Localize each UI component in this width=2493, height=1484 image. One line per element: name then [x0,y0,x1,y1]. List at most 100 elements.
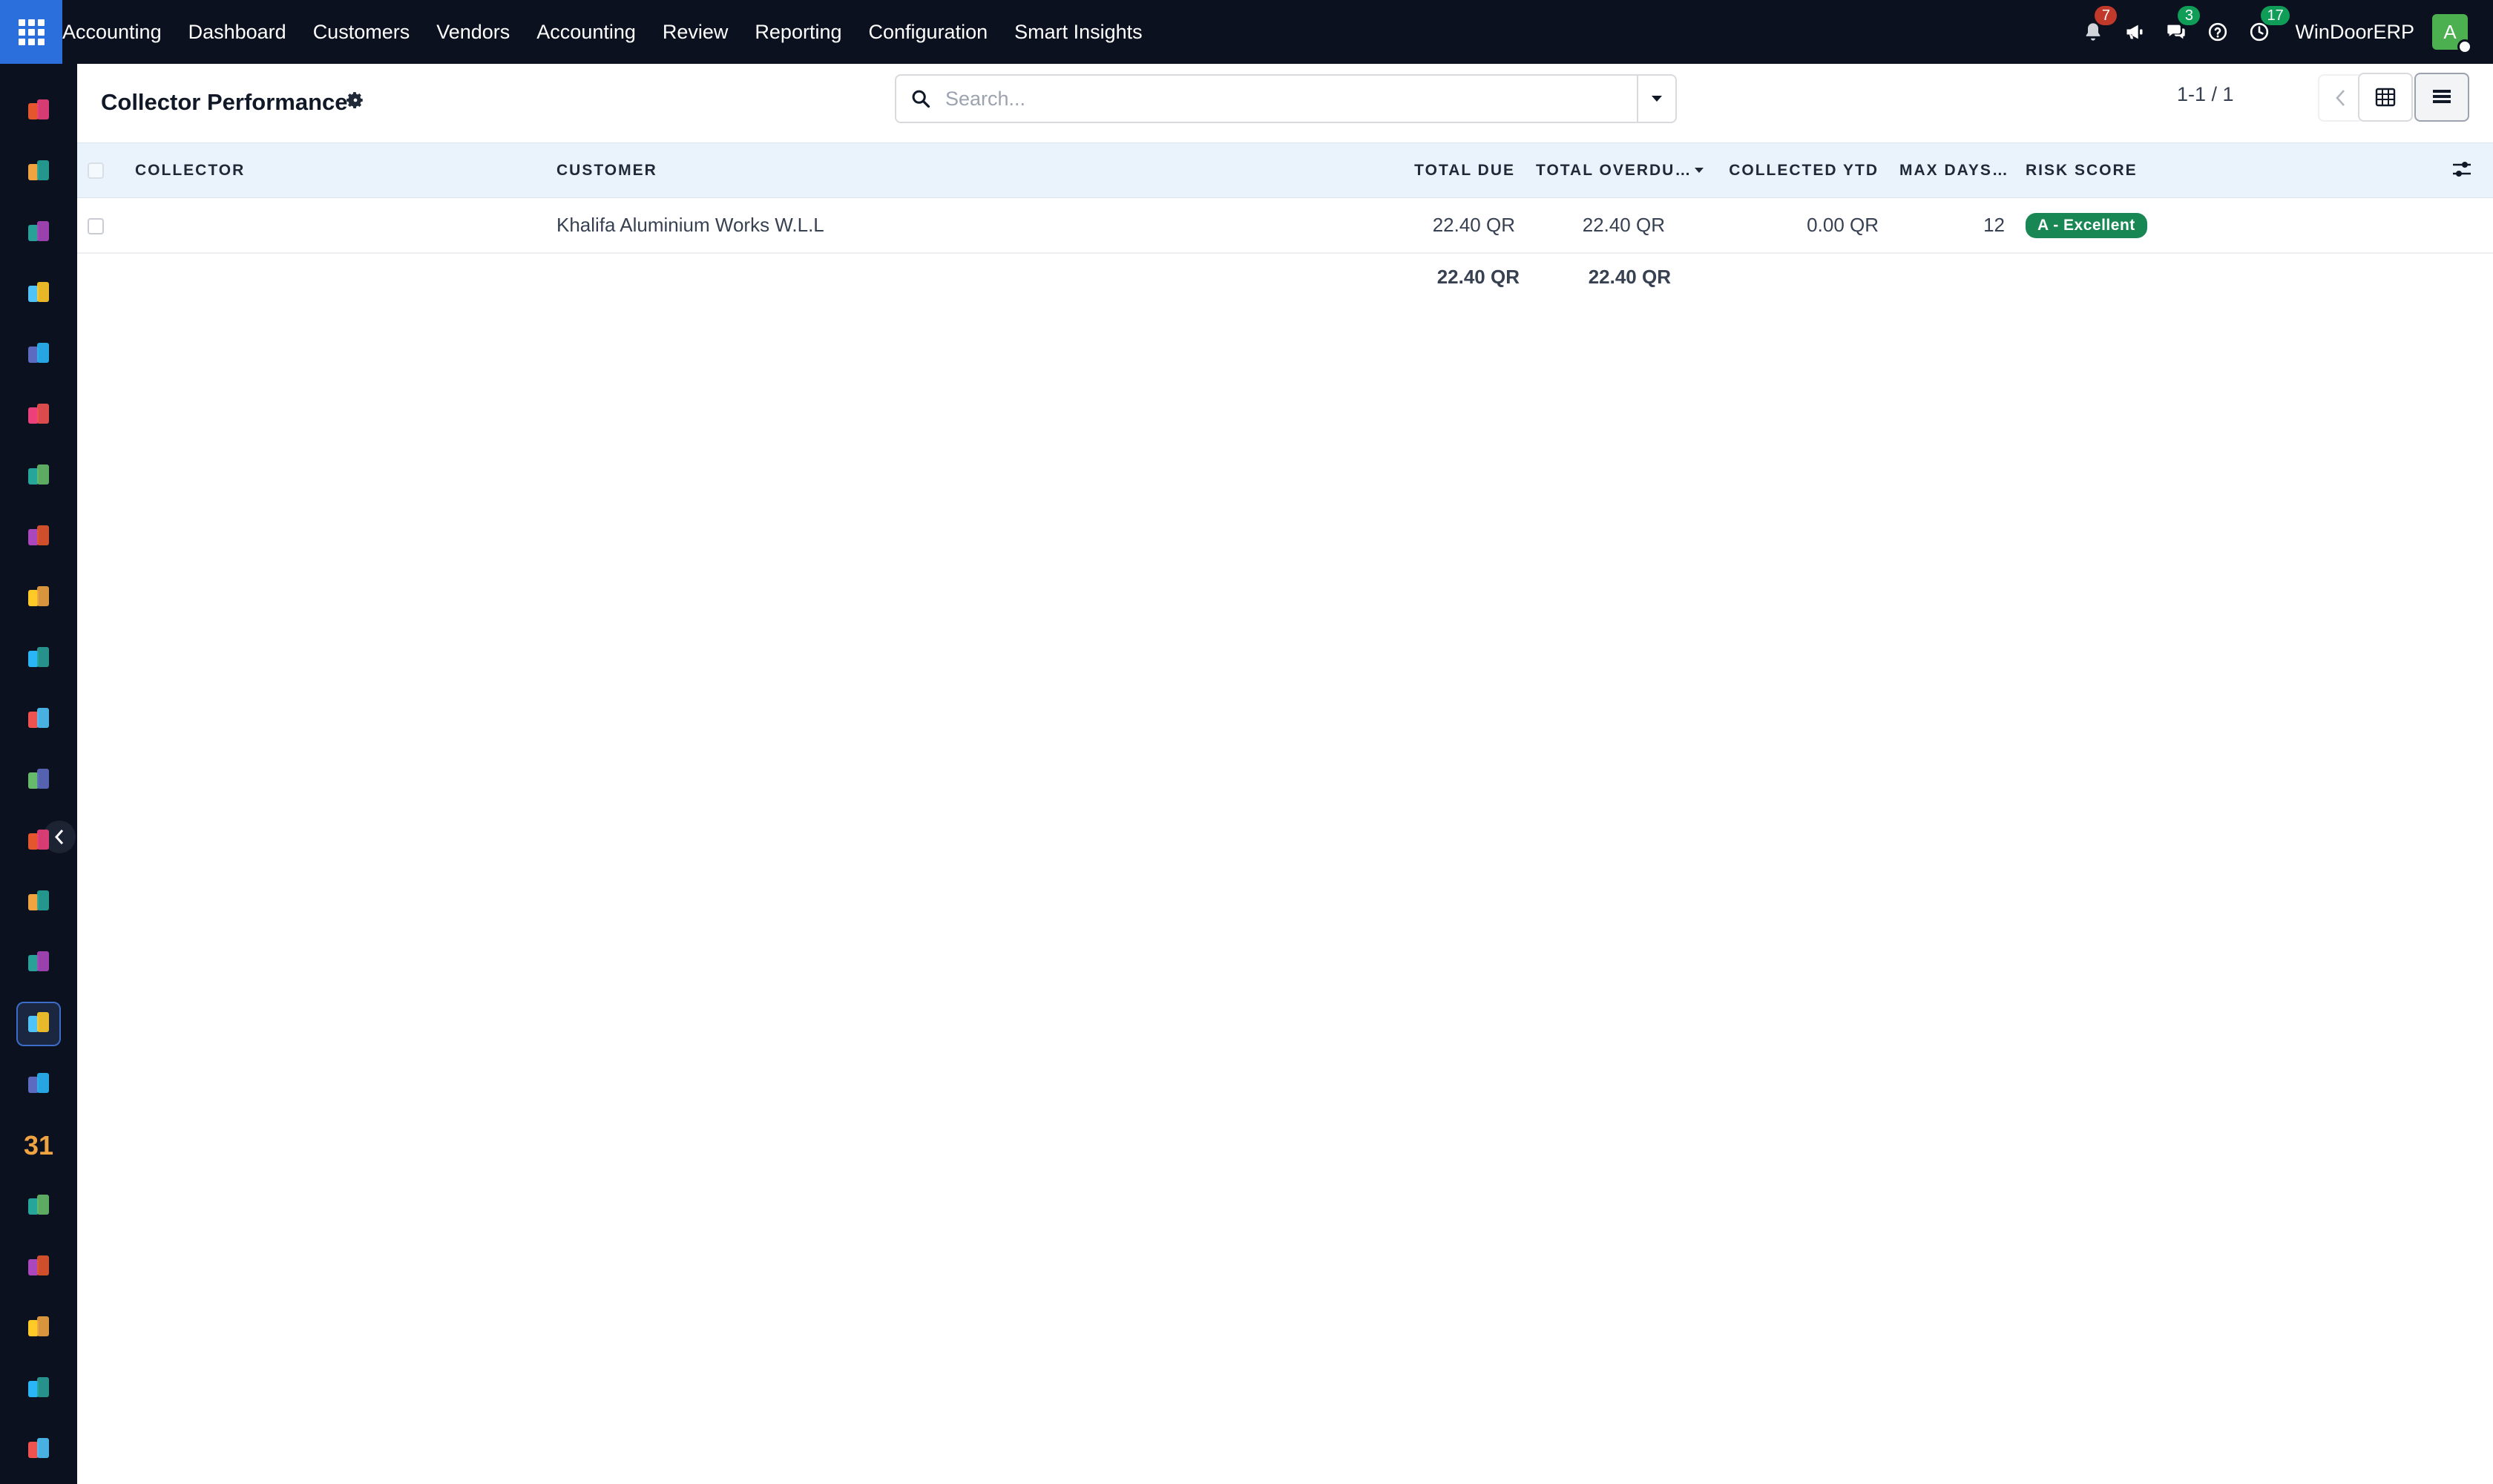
app-switcher-button[interactable] [0,0,62,64]
cell-customer: Khalifa Aluminium Works W.L.L [556,213,824,236]
dashboards-icon [26,1253,51,1282]
megaphone-icon [2126,24,2143,39]
sidebar-app-inventory[interactable] [16,697,61,742]
question-circle-icon [2209,22,2227,42]
menu-smart-insights[interactable]: Smart Insights [1001,21,1156,44]
inventory-icon [26,706,51,735]
sidebar-app-livechat[interactable] [16,454,61,499]
gear-icon[interactable] [346,91,365,110]
menu-reporting[interactable]: Reporting [741,21,855,44]
menu-review[interactable]: Review [649,21,742,44]
activities-button[interactable]: 17 [2239,0,2290,64]
help-button[interactable] [2197,0,2239,64]
sidebar-app-sign[interactable] [16,1184,61,1229]
menu-vendors[interactable]: Vendors [423,21,523,44]
notifications-button[interactable]: 7 [2072,0,2118,64]
announcements-button[interactable] [2114,0,2155,64]
column-header-total-overdue-label: Total Overdu… [1536,161,1692,179]
total-overdue-sum: 22.40 QR [1588,265,1671,288]
sidebar-app-team[interactable] [16,1063,61,1107]
cell-collected-ytd: 0.00 QR [1807,213,1879,236]
page-title: Collector Performance [101,89,348,115]
sidebar-app-employees[interactable] [16,637,61,681]
row-checkbox[interactable] [88,217,104,234]
sidebar-app-expenses[interactable] [16,150,61,194]
bar-chart-icon [26,97,51,126]
sidebar-app-timer[interactable] [16,1367,61,1411]
menu-dashboard[interactable]: Dashboard [175,21,300,44]
column-header-customer[interactable]: Customer [546,142,1346,198]
menu-configuration[interactable]: Configuration [855,21,1002,44]
sidebar-app-email-marketing[interactable] [16,393,61,438]
column-header-total-overdue[interactable]: Total Overdu… [1525,142,1707,198]
search-icon [896,76,945,122]
select-all-checkbox[interactable] [88,162,104,179]
view-list-button[interactable] [2414,73,2469,122]
optional-columns-icon[interactable] [2451,160,2472,183]
sidebar-app-project[interactable] [16,819,61,864]
website-icon [26,341,51,370]
risk-score-badge: A - Excellent [2026,212,2147,238]
sidebar-app-contacts[interactable] [16,211,61,255]
menu-accounting[interactable]: Accounting [523,21,649,44]
employees-icon [26,645,51,674]
systray: 7 3 17 WinDoorERP A [2072,0,2493,64]
pager-previous-button[interactable] [2318,74,2364,122]
table-grid-icon [2375,88,2396,107]
presence-status-icon [2457,39,2472,54]
user-avatar[interactable]: A [2432,14,2472,54]
invoicing-icon [26,523,51,552]
email-marketing-icon [26,401,51,430]
cell-max-days: 12 [1983,213,2005,236]
sidebar-app-discuss[interactable] [16,272,61,316]
timer-icon [26,1375,51,1404]
sidebar-app-website[interactable] [16,332,61,377]
column-header-collected-ytd[interactable]: Collected YTD [1707,142,1889,198]
search-options-toggle[interactable] [1637,76,1675,122]
sidebar-app-whatsapp[interactable] [16,1306,61,1350]
total-due-sum: 22.40 QR [1436,265,1520,288]
sidebar-app-reporting[interactable] [16,576,61,620]
pager-value[interactable]: 1-1 / 1 [2177,83,2234,106]
livechat-icon [26,462,51,491]
company-switcher[interactable]: WinDoorERP [2295,21,2414,44]
column-header-collector[interactable]: Collector [125,142,546,198]
column-header-max-days[interactable]: Max Days… [1889,142,2015,198]
column-header-risk-score[interactable]: Risk Score [2015,142,2493,198]
sidebar-app-knowledge[interactable] [16,880,61,925]
search-bar [895,74,1677,123]
sidebar-app-calendar[interactable]: 31 [16,1123,61,1168]
accounting-icon [26,1010,51,1039]
menu-brand-accounting[interactable]: Accounting [62,21,175,44]
menu-customers[interactable]: Customers [300,21,424,44]
calendar-icon: 31 [23,1130,54,1160]
activities-badge: 17 [2261,6,2290,25]
sidebar-app-dashboards[interactable] [16,1245,61,1290]
sidebar-app-accounting[interactable] [16,1002,61,1046]
clock-icon [2250,22,2269,42]
messages-button[interactable]: 3 [2155,0,2201,64]
cell-risk-score: A - Excellent [2015,198,2493,253]
cell-total-overdue: 22.40 QR [1582,213,1665,236]
sidebar-app-bar-chart[interactable] [16,89,61,134]
sidebar-app-invoicing[interactable] [16,515,61,559]
table-totals-row: 22.40 QR 22.40 QR [77,253,2493,301]
sidebar-app-website-alt[interactable] [16,1428,61,1472]
website-alt-icon [26,1436,51,1465]
sign-icon [26,1192,51,1221]
avatar-letter: A [2443,20,2457,43]
app-sidebar: 31 [0,64,77,1484]
whatsapp-icon [26,1314,51,1343]
search-input[interactable] [945,76,1637,121]
sidebar-app-packages[interactable] [16,941,61,985]
contacts-icon [26,219,51,248]
view-pivot-button[interactable] [2358,73,2413,122]
column-header-total-due[interactable]: Total Due [1346,142,1525,198]
collector-table: Collector Customer Total Due Total Overd… [77,142,2493,301]
list-icon [2433,90,2451,103]
cell-total-due: 22.40 QR [1432,213,1515,236]
main-menu: Accounting Dashboard Customers Vendors A… [62,0,1156,64]
reporting-icon [26,584,51,613]
table-row[interactable]: Khalifa Aluminium Works W.L.L 22.40 QR 2… [77,198,2493,253]
sidebar-app-sales[interactable] [16,758,61,803]
